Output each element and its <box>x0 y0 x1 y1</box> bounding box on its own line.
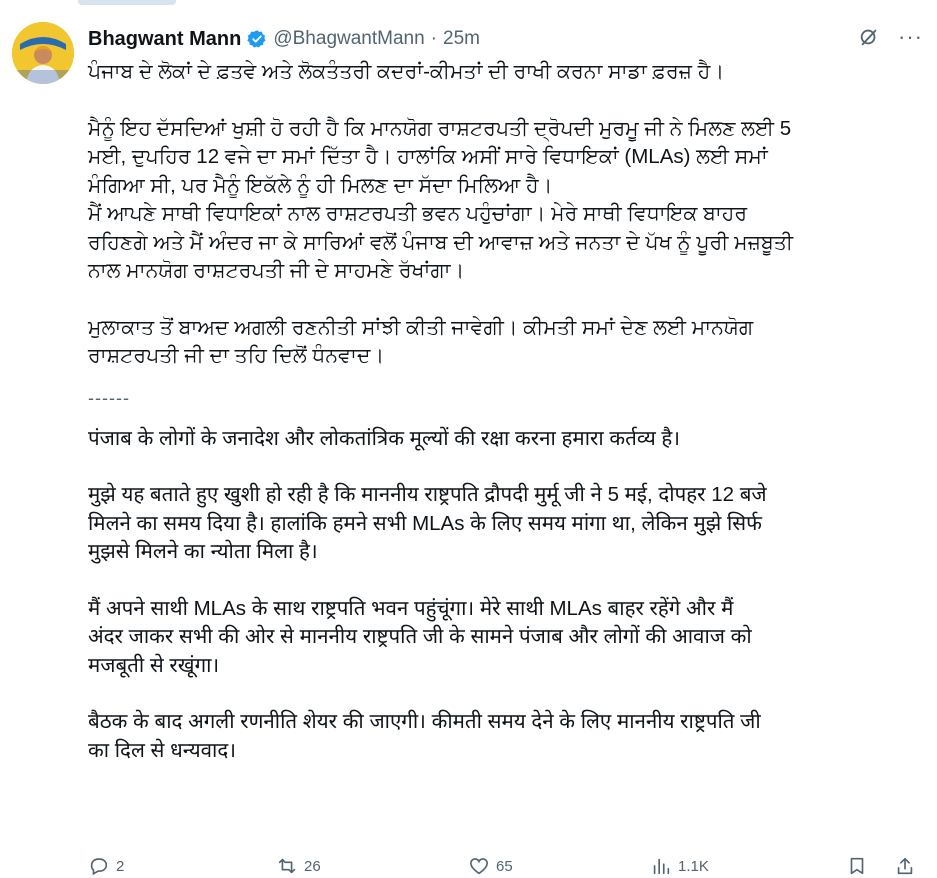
avatar[interactable] <box>12 22 74 84</box>
tweet-paragraph: मैं अपने साथी MLAs के साथ राष्ट्रपति भवन… <box>88 596 752 677</box>
grok-icon[interactable] <box>858 26 880 48</box>
reply-button[interactable]: 2 <box>88 855 124 877</box>
top-right-icons: ··· <box>858 26 923 48</box>
retweet-button[interactable]: 26 <box>276 855 321 877</box>
reply-count: 2 <box>116 857 125 875</box>
like-button[interactable]: 65 <box>468 855 513 877</box>
top-tab-indicator <box>78 0 176 5</box>
tweet-header: Bhagwant Mann @BhagwantMann · 25m <box>88 26 480 52</box>
action-bar: 2 26 65 1.1K <box>88 854 928 878</box>
author-name[interactable]: Bhagwant Mann <box>88 28 241 51</box>
author-handle[interactable]: @BhagwantMann <box>273 28 424 50</box>
post-time[interactable]: 25m <box>443 28 480 50</box>
tweet-paragraph: ਪੰਜਾਬ ਦੇ ਲੋਕਾਂ ਦੇ ਫ਼ਤਵੇ ਅਤੇ ਲੋਕਤੰਤਰੀ ਕਦਰ… <box>88 60 725 83</box>
avatar-image <box>12 22 74 84</box>
separator-dot: · <box>430 28 437 49</box>
heart-icon <box>469 858 489 875</box>
tweet-text: ਪੰਜਾਬ ਦੇ ਲੋਕਾਂ ਦੇ ਫ਼ਤਵੇ ਅਤੇ ਲੋਕਤੰਤਰੀ ਕਦਰ… <box>88 58 924 765</box>
retweet-icon <box>278 858 296 874</box>
verified-badge-icon <box>247 30 266 48</box>
reply-icon <box>90 858 108 876</box>
retweet-count: 26 <box>304 857 321 875</box>
views-count: 1.1K <box>678 857 709 875</box>
bookmark-icon <box>850 857 864 875</box>
text-divider: ------ <box>88 387 130 408</box>
views-button[interactable]: 1.1K <box>650 855 709 877</box>
tweet-paragraph: ਮੈਨੂੰ ਇਹ ਦੱਸਦਿਆਂ ਖੁਸ਼ੀ ਹੋ ਰਹੀ ਹੈ ਕਿ ਮਾਨਯ… <box>88 116 794 283</box>
like-count: 65 <box>496 857 513 875</box>
tweet-paragraph: ਮੁਲਾਕਾਤ ਤੋਂ ਬਾਅਦ ਅਗਲੀ ਰਣਨੀਤੀ ਸਾਂਝੀ ਕੀਤੀ … <box>88 315 754 368</box>
tweet-paragraph: मुझे यह बताते हुए खुशी हो रही है कि मानन… <box>88 483 767 563</box>
views-chart-icon <box>653 858 670 875</box>
tweet-paragraph: पंजाब के लोगों के जनादेश और लोकतांत्रिक … <box>88 426 681 450</box>
tweet-paragraph: बैठक के बाद अगली रणनीति शेयर की जाएगी। क… <box>88 710 761 762</box>
share-button[interactable] <box>894 855 916 877</box>
bookmark-button[interactable] <box>846 855 868 877</box>
share-icon <box>897 857 913 875</box>
more-options-icon[interactable]: ··· <box>898 26 923 48</box>
